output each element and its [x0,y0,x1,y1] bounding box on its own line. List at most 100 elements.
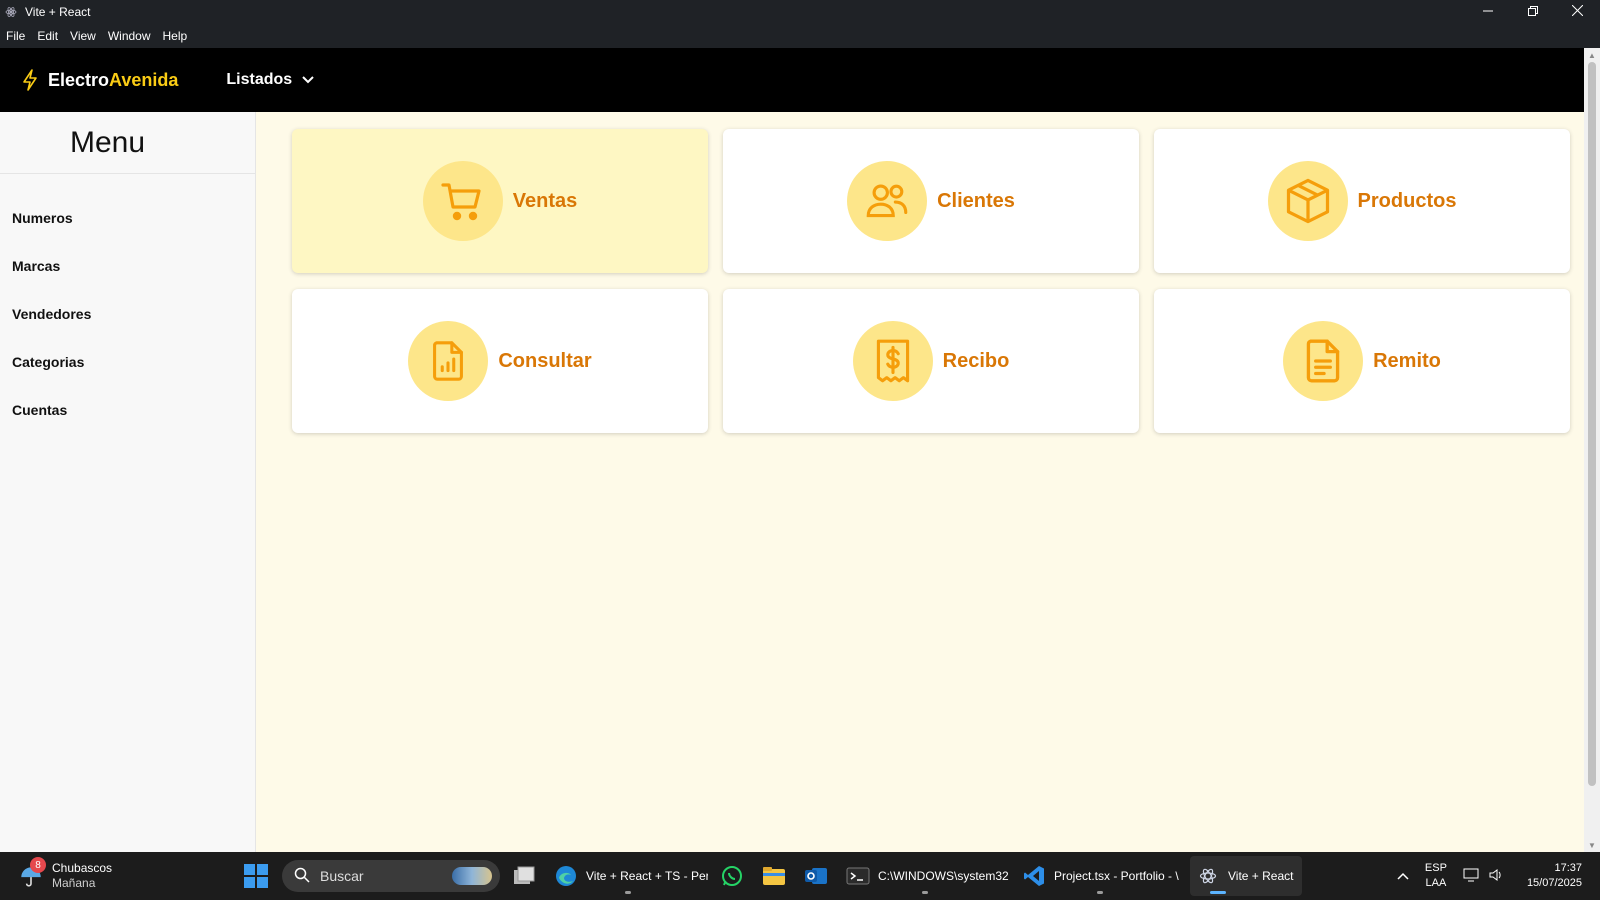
card-recibo[interactable]: Recibo [723,289,1139,433]
lightning-bolt-icon [22,69,38,91]
keyboard-layout: LAA [1425,877,1447,889]
outlook-icon [804,864,828,888]
main-content: Ventas Clientes Productos Consultar Reci… [256,112,1584,852]
umbrella-rain-icon: 8 [18,857,46,889]
chevron-down-icon [302,71,314,89]
card-productos[interactable]: Productos [1154,129,1570,273]
card-remito[interactable]: Remito [1154,289,1570,433]
running-indicator [922,891,928,894]
speaker-icon [1489,868,1503,885]
shopping-cart-icon [422,161,503,241]
scroll-thumb[interactable] [1588,62,1596,786]
menu-view[interactable]: View [64,29,102,43]
card-label: Remito [1373,349,1441,372]
taskbar-outlook[interactable] [798,856,834,896]
taskbar-vscode[interactable]: Project.tsx - Portfolio - \ [1016,856,1184,896]
minimize-icon [1482,5,1493,19]
running-indicator [1097,891,1103,894]
card-clientes[interactable]: Clientes [723,129,1139,273]
sidebar: Menu Numeros Marcas Vendedores Categoria… [0,112,256,852]
weather-badge: 8 [30,857,46,873]
react-atom-icon [5,6,17,18]
vscode-icon [1022,864,1046,888]
search-highlight-art [452,867,492,885]
task-view-icon [512,864,536,888]
taskbar-app-label: C:\WINDOWS\system32 [878,869,1009,883]
menu-edit[interactable]: Edit [31,29,64,43]
taskbar-terminal[interactable]: C:\WINDOWS\system32 [840,856,1010,896]
weather-subtitle: Mañana [52,876,96,890]
window-title: Vite + React [25,5,91,19]
card-label: Ventas [512,189,578,212]
dashboard-grid: Ventas Clientes Productos Consultar Reci… [292,129,1570,433]
language-code: ESP [1424,862,1447,874]
whatsapp-icon [720,864,744,888]
document-text-icon [1283,321,1364,401]
taskbar-app-label: Project.tsx - Portfolio - \ [1054,869,1179,883]
brand-name-avenida: Avenida [109,69,179,90]
sidebar-item-cuentas[interactable]: Cuentas [0,386,255,434]
listados-label: Listados [226,71,293,88]
receipt-dollar-icon [852,321,933,401]
card-consultar[interactable]: Consultar [292,289,708,433]
brand-name-electro: Electro [48,69,110,90]
running-indicator [1210,891,1226,894]
taskbar-app-label: Vite + React + TS - Pers [586,869,708,883]
sidebar-title: Menu [0,112,255,174]
window-title-bar: Vite + React [0,0,1600,24]
react-atom-icon [1196,864,1220,888]
taskbar-search[interactable]: Buscar [282,860,500,892]
network-icon [1463,868,1479,885]
taskbar-whatsapp[interactable] [714,856,750,896]
language-indicator[interactable]: ESP LAA [1425,861,1447,891]
close-icon [1571,4,1584,19]
system-tray: ESP LAA 17:37 15/07/2025 [1393,852,1600,900]
sidebar-item-vendedores[interactable]: Vendedores [0,290,255,338]
menu-bar: File Edit View Window Help [0,24,1600,48]
search-icon [294,867,310,886]
sidebar-item-numeros[interactable]: Numeros [0,194,255,242]
system-icons[interactable] [1463,868,1503,885]
card-label: Consultar [498,349,592,372]
sidebar-item-categorias[interactable]: Categorias [0,338,255,386]
weather-widget[interactable]: 8 Chubascos Mañana [18,857,218,891]
card-label: Recibo [942,349,1010,372]
package-box-icon [1267,161,1348,241]
menu-window[interactable]: Window [102,29,157,43]
card-label: Productos [1357,189,1457,212]
running-indicator [625,891,631,894]
card-label: Clientes [937,189,1015,212]
users-icon [847,161,928,241]
vertical-scrollbar[interactable]: ▲ ▼ [1584,48,1600,852]
edge-browser-icon [554,864,578,888]
terminal-icon [846,864,870,888]
menu-help[interactable]: Help [157,29,194,43]
search-placeholder: Buscar [320,868,364,884]
sidebar-item-marcas[interactable]: Marcas [0,242,255,290]
chevron-up-icon[interactable] [1393,869,1413,883]
brand-logo[interactable]: Electro Avenida [22,69,178,91]
file-explorer-icon [762,864,786,888]
taskbar-file-explorer[interactable] [756,856,792,896]
close-button[interactable] [1555,0,1600,24]
restore-button[interactable] [1510,0,1555,24]
taskbar-app-label: Vite + React [1228,869,1294,883]
taskbar: 8 Chubascos Mañana Buscar Vite + React +… [0,852,1600,900]
weather-title: Chubascos [52,861,113,875]
restore-icon [1527,5,1538,19]
top-navbar: Electro Avenida Listados [0,48,1584,112]
clock[interactable]: 17:37 15/07/2025 [1527,861,1582,891]
clock-time: 17:37 [1554,862,1582,874]
card-ventas[interactable]: Ventas [292,129,708,273]
scroll-up-arrow-icon[interactable]: ▲ [1587,50,1597,60]
clock-date: 15/07/2025 [1526,877,1582,889]
taskbar-vite-react[interactable]: Vite + React [1190,856,1302,896]
minimize-button[interactable] [1465,0,1510,24]
report-chart-icon [408,321,489,401]
menu-file[interactable]: File [0,29,31,43]
scroll-down-arrow-icon[interactable]: ▼ [1587,840,1597,850]
taskbar-task-view[interactable] [506,856,542,896]
listados-dropdown[interactable]: Listados [226,71,314,89]
taskbar-edge[interactable]: Vite + React + TS - Pers [548,856,708,896]
windows-start-icon[interactable] [244,864,268,888]
